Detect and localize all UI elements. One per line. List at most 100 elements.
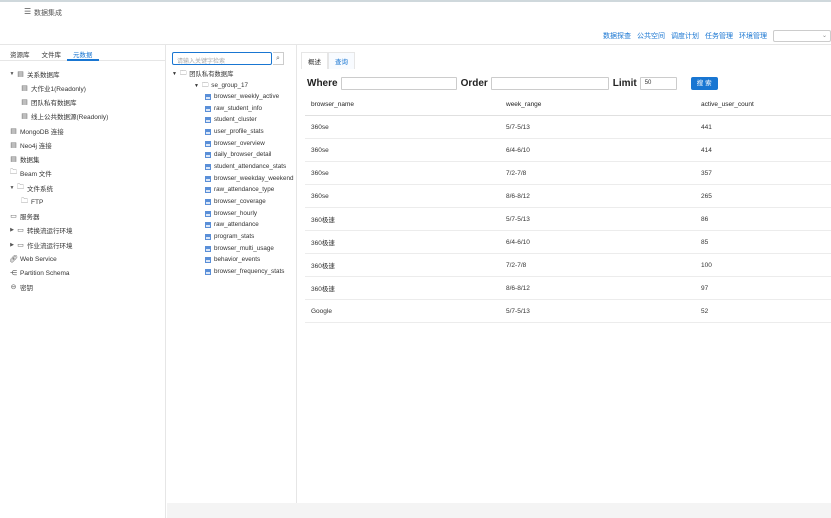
left-sidebar: 资源库 文件库 元数据 ▼ ▤ 关系数据库 ▤ 大作业1(Readonly) ▤… <box>0 44 166 518</box>
table-icon <box>205 210 211 217</box>
table-icon <box>205 256 211 263</box>
nav-task-management[interactable]: 任务管理 <box>705 31 733 41</box>
table-item[interactable]: browser_multi_usage <box>205 243 274 255</box>
table-item[interactable]: browser_overview <box>205 138 265 150</box>
table-item[interactable]: daily_browser_detail <box>205 149 271 161</box>
table-row[interactable]: 360se 5/7-5/13 441 <box>305 116 831 139</box>
search-button[interactable]: 搜 索 <box>690 76 718 90</box>
table-item[interactable]: browser_frequency_stats <box>205 266 284 278</box>
column-header[interactable]: week_range <box>500 101 695 108</box>
tree-item-online-public-source[interactable]: ▤ 线上公共数据源(Readonly) <box>20 110 108 122</box>
tree-item-mongodb[interactable]: ▤ MongoDB 连接 <box>9 125 64 137</box>
tab-overview[interactable]: 概述 <box>301 52 328 69</box>
tree-item-ftp[interactable]: 🗀 FTP <box>20 196 43 208</box>
table-item[interactable]: raw_student_info <box>205 103 262 115</box>
table-cell: 360se <box>311 169 329 177</box>
table-row[interactable]: Google 5/7-5/13 52 <box>305 300 831 323</box>
table-item[interactable]: program_stats <box>205 231 254 243</box>
database-icon: ▤ <box>17 71 24 78</box>
table-row[interactable]: 360极速 7/2-7/8 100 <box>305 254 831 277</box>
tree-item-relational-db[interactable]: ▼ ▤ 关系数据库 <box>8 68 60 80</box>
order-input[interactable] <box>490 76 609 90</box>
tab-query[interactable]: 查询 <box>328 52 355 69</box>
table-item[interactable]: user_profile_stats <box>205 126 264 138</box>
nav-public-space[interactable]: 公共空间 <box>637 31 665 41</box>
expand-arrow-icon[interactable]: ▶ <box>8 242 16 248</box>
database-icon: ▤ <box>10 128 17 135</box>
table-cell: 360极速 <box>311 286 335 293</box>
tab-file-library[interactable]: 文件库 <box>36 44 68 61</box>
table-item[interactable]: student_attendance_stats <box>205 161 286 173</box>
table-row[interactable]: 360se 7/2-7/8 357 <box>305 162 831 185</box>
table-icon <box>205 163 211 170</box>
where-input[interactable] <box>340 76 457 90</box>
tree-item-dataset[interactable]: ▤ 数据集 <box>9 153 39 165</box>
tree-root-team-db[interactable]: ▼ 🗀 团队私有数据库 <box>172 68 233 80</box>
table-icon <box>205 140 211 147</box>
table-item[interactable]: browser_weekly_active <box>205 91 279 103</box>
table-row[interactable]: 360极速 6/4-6/10 85 <box>305 231 831 254</box>
table-item[interactable]: behavior_events <box>205 254 260 266</box>
search-input[interactable]: 请输入关键字检索 <box>172 52 272 65</box>
table-icon <box>205 198 211 205</box>
nav-schedule-plan[interactable]: 调度计划 <box>671 31 699 41</box>
limit-input[interactable]: 50 <box>639 76 677 90</box>
table-item[interactable]: student_cluster <box>205 114 257 126</box>
monitor-icon: ▭ <box>17 242 24 249</box>
tab-resource-library[interactable]: 资源库 <box>4 44 36 61</box>
table-cell: 5/7-5/13 <box>506 215 530 223</box>
tree-item-neo4j[interactable]: ▤ Neo4j 连接 <box>9 139 52 151</box>
table-icon <box>205 128 211 135</box>
folder-icon: 🗀 <box>202 82 209 90</box>
tree-item-transform-env[interactable]: ▶ ▭ 转换流运行环境 <box>8 224 72 236</box>
expand-arrow-icon[interactable]: ▼ <box>8 185 16 191</box>
search-icon[interactable]: ⌕ <box>273 52 284 65</box>
tree-item-partition-schema[interactable]: ⋲ Partition Schema <box>9 267 70 279</box>
tab-metadata[interactable]: 元数据 <box>67 44 99 61</box>
database-icon: ▤ <box>10 156 17 163</box>
table-item[interactable]: raw_attendance <box>205 219 259 231</box>
table-item[interactable]: raw_attendance_type <box>205 184 274 196</box>
tree-group[interactable]: ▼ 🗀 se_group_17 <box>194 80 248 92</box>
tree-item-secret-key[interactable]: ⊖ 密钥 <box>9 281 33 293</box>
tree-item-beam-file[interactable]: 🗀 Beam 文件 <box>9 167 52 179</box>
column-header[interactable]: browser_name <box>305 101 500 108</box>
expand-arrow-icon[interactable]: ▶ <box>8 227 16 233</box>
tree-item-file-system[interactable]: ▼ 🗀 文件系统 <box>8 182 53 194</box>
top-nav: 数据探查 公共空间 调度计划 任务管理 环境管理 ⌄ <box>603 30 831 42</box>
tree-item-server[interactable]: ▭ 服务器 <box>9 210 39 222</box>
table-item[interactable]: browser_hourly <box>205 208 257 220</box>
environment-select[interactable]: ⌄ <box>773 30 831 42</box>
table-icon <box>205 221 211 228</box>
expand-arrow-icon[interactable]: ▼ <box>172 71 180 77</box>
database-icon: ▤ <box>21 99 28 106</box>
page-title: 数据集成 <box>34 10 62 17</box>
table-cell: Google <box>311 307 332 315</box>
column-header[interactable]: active_user_count <box>695 101 831 108</box>
bottom-scroll-area <box>167 503 831 518</box>
table-row[interactable]: 360极速 8/6-8/12 97 <box>305 277 831 300</box>
table-cell: 414 <box>701 146 712 154</box>
table-row[interactable]: 360极速 5/7-5/13 86 <box>305 208 831 231</box>
table-cell: 7/2-7/8 <box>506 169 527 177</box>
nav-environment-management[interactable]: 环境管理 <box>739 31 767 41</box>
table-row[interactable]: 360se 8/6-8/12 265 <box>305 185 831 208</box>
monitor-icon: ▭ <box>10 213 17 220</box>
menu-icon[interactable]: ☰ <box>24 7 31 16</box>
table-icon <box>205 105 211 112</box>
table-tree-panel: 请输入关键字检索 ⌕ ▼ 🗀 团队私有数据库 ▼ 🗀 se_group_17 b… <box>167 44 295 518</box>
table-cell: 357 <box>701 169 712 177</box>
expand-arrow-icon[interactable]: ▼ <box>194 83 202 89</box>
tree-item-big-job[interactable]: ▤ 大作业1(Readonly) <box>20 82 86 94</box>
tree-item-job-env[interactable]: ▶ ▭ 作业流运行环境 <box>8 239 72 251</box>
tree-item-team-private-db[interactable]: ▤ 团队私有数据库 <box>20 96 76 108</box>
query-bar: Where Order Limit 50 搜 索 <box>307 76 718 90</box>
table-item[interactable]: browser_weekday_weekend <box>205 173 293 185</box>
expand-arrow-icon[interactable]: ▼ <box>8 71 16 77</box>
tree-item-web-service[interactable]: 🔗︎ Web Service <box>9 253 57 265</box>
table-cell: 360se <box>311 146 329 154</box>
table-row[interactable]: 360se 6/4-6/10 414 <box>305 139 831 162</box>
table-item[interactable]: browser_coverage <box>205 196 266 208</box>
nav-data-explore[interactable]: 数据探查 <box>603 31 631 41</box>
table-cell: 360se <box>311 123 329 131</box>
